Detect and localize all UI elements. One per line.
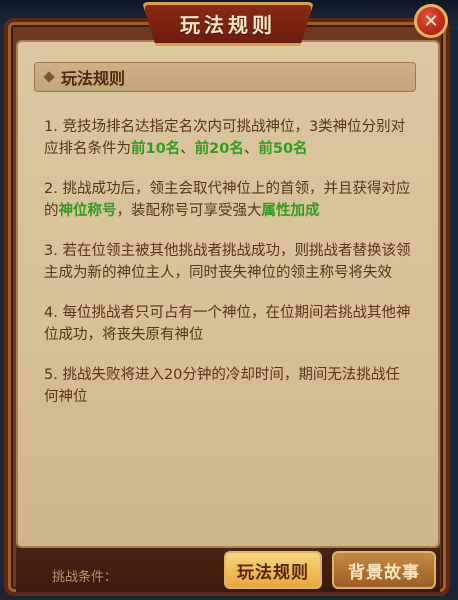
rule-highlight: 属性加成	[261, 203, 320, 219]
rule-text: 3. 若在位领主被其他挑战者挑战成功，则挑战者替换该领主成为新的神位主人，同时丧…	[44, 243, 411, 281]
rule-item-1: 1. 竞技场排名达指定名次内可挑战神位，3类神位分别对应排名条件为前10名、前2…	[44, 116, 414, 160]
rule-item-4: 4. 每位挑战者只可占有一个神位，在位期间若挑战其他神位成功，将丧失原有神位	[44, 302, 414, 346]
rule-text: ，装配称号可享受强大	[116, 203, 262, 219]
story-button-label: 背景故事	[348, 562, 420, 583]
dialog-title: 玩法规则	[180, 12, 276, 37]
rules-button-label: 玩法规则	[237, 562, 309, 583]
rules-button[interactable]: 玩法规则	[224, 551, 322, 589]
story-button[interactable]: 背景故事	[332, 551, 436, 589]
challenge-condition-label: 挑战条件：	[52, 570, 118, 585]
section-banner: 玩法规则	[34, 62, 416, 92]
title-plate: 玩法规则	[142, 2, 314, 46]
section-title: 玩法规则	[61, 69, 126, 88]
rule-item-3: 3. 若在位领主被其他挑战者挑战成功，则挑战者替换该领主成为新的神位主人，同时丧…	[44, 240, 414, 284]
rule-separator: 、	[180, 141, 195, 157]
rule-text: 4. 每位挑战者只可占有一个神位，在位期间若挑战其他神位成功，将丧失原有神位	[44, 305, 411, 343]
rule-separator: 、	[243, 141, 259, 157]
rule-item-2: 2. 挑战成功后，领主会取代神位上的首领，并且获得对应的神位称号，装配称号可享受…	[44, 178, 414, 222]
rule-text: 5. 挑战失败将进入20分钟的冷却时间，期间无法挑战任何神位	[44, 367, 400, 405]
rule-highlight: 神位称号	[58, 203, 117, 219]
rule-highlight: 前50名	[258, 141, 308, 157]
rule-highlight: 前20名	[194, 141, 244, 157]
diamond-icon	[43, 71, 55, 83]
rule-highlight: 前10名	[131, 141, 181, 157]
rules-content: 1. 竞技场排名达指定名次内可挑战神位，3类神位分别对应排名条件为前10名、前2…	[44, 116, 414, 426]
close-button[interactable]: ✕	[414, 4, 448, 38]
close-icon: ✕	[423, 10, 439, 32]
rule-item-5: 5. 挑战失败将进入20分钟的冷却时间，期间无法挑战任何神位	[44, 364, 414, 408]
